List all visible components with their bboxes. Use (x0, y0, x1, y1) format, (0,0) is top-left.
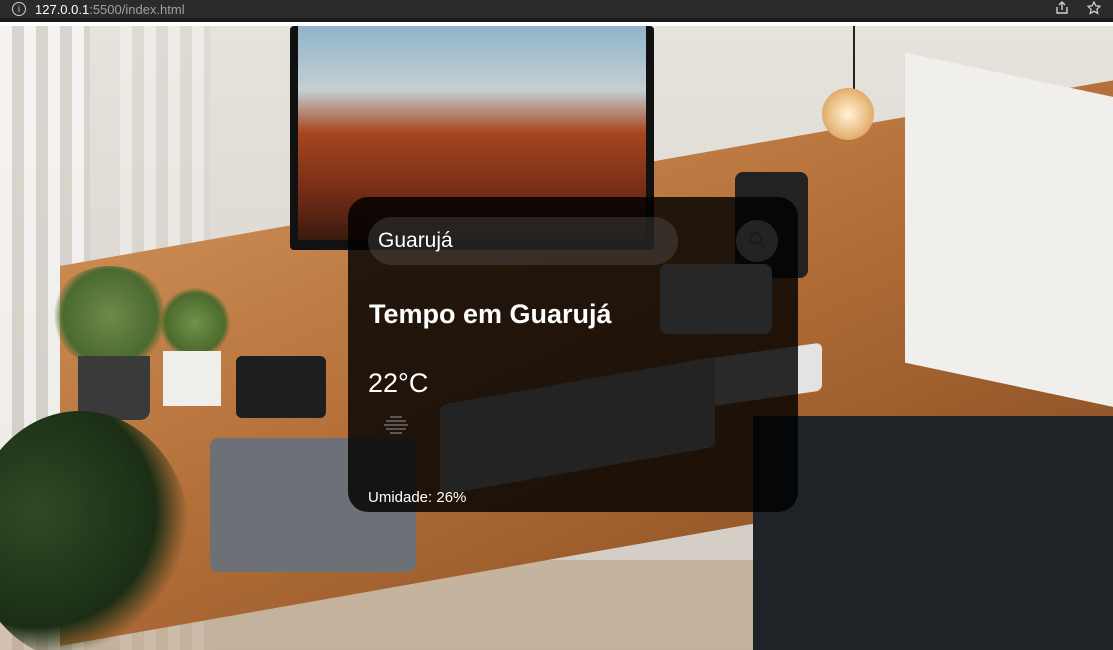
weather-card: Tempo em Guarujá 22°C Umidade: 26% (348, 197, 798, 512)
pegboard (905, 52, 1113, 410)
url-host: 127.0.0.1 (35, 1, 90, 17)
plant-pot (78, 356, 150, 420)
weather-title: Tempo em Guarujá (369, 299, 612, 329)
search-icon (748, 231, 766, 252)
plant (160, 288, 230, 358)
humidity: Umidade: 26% (368, 489, 467, 506)
camera (236, 356, 326, 418)
cabinet (753, 416, 1113, 650)
mist-icon (382, 413, 410, 435)
bookmark-star-icon[interactable] (1086, 0, 1102, 18)
site-info-icon[interactable]: i (12, 2, 26, 16)
plant (50, 266, 170, 366)
temperature: 22°C (368, 368, 429, 398)
search-row (368, 217, 778, 265)
city-search-input[interactable] (368, 217, 678, 265)
url-path: :5500/index.html (89, 1, 185, 17)
plant-pot (163, 351, 221, 406)
lamp-cord (853, 26, 855, 96)
browser-address-bar[interactable]: i 127.0.0.1:5500/index.html (0, 0, 1113, 22)
search-button[interactable] (736, 220, 778, 262)
share-icon[interactable] (1055, 0, 1069, 18)
lamp-bulb (822, 88, 874, 140)
